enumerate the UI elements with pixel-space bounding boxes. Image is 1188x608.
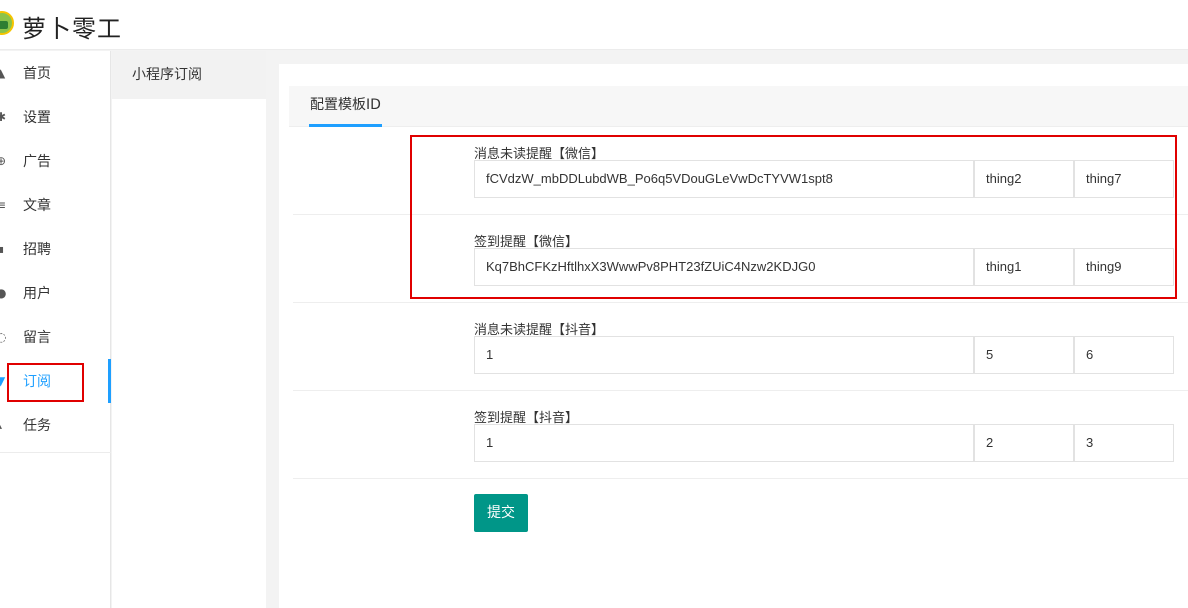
key2-input[interactable]: 6 <box>1074 336 1174 374</box>
key1-input[interactable]: 5 <box>974 336 1074 374</box>
logo-icon <box>0 11 14 35</box>
task-icon: ▴ <box>0 418 6 432</box>
sidebar-item-ads[interactable]: ⊕ 广告 <box>0 139 111 183</box>
sidebar-item-label: 文章 <box>23 198 51 214</box>
gear-icon: ✱ <box>0 110 7 124</box>
key1-input[interactable]: 2 <box>974 424 1074 462</box>
template-id-input[interactable]: fCVdzW_mbDDLubdWB_Po6q5VDouGLeVwDcTYVW1s… <box>474 160 974 198</box>
document-icon: ≡ <box>0 198 7 212</box>
briefcase-icon: ▪ <box>0 242 5 256</box>
sub-sidebar: 小程序订阅 <box>112 51 266 608</box>
sidebar-item-label: 广告 <box>23 154 51 170</box>
form-row: 签到提醒【微信】 Kq7BhCFKzHftlhxX3WwwPv8PHT23fZU… <box>293 215 1188 303</box>
sidebar-item-home[interactable]: ▲ 首页 <box>0 51 111 95</box>
sidebar-item-label: 招聘 <box>23 242 51 258</box>
form-row: 签到提醒【抖音】 1 2 3 <box>293 391 1188 479</box>
sidebar-item-articles[interactable]: ≡ 文章 <box>0 183 111 227</box>
sidebar-item-label: 留言 <box>23 330 51 346</box>
sidebar-divider <box>0 452 111 453</box>
sidebar-item-tasks[interactable]: ▴ 任务 <box>0 403 111 447</box>
globe-icon: ⊕ <box>0 154 7 168</box>
home-icon: ▲ <box>0 66 6 80</box>
key1-input[interactable]: thing1 <box>974 248 1074 286</box>
top-header: 萝卜零工 <box>0 0 1188 50</box>
app-title: 萝卜零工 <box>22 15 122 43</box>
template-id-input[interactable]: 1 <box>474 336 974 374</box>
subscribe-icon: ▼ <box>0 374 6 388</box>
sidebar-item-users[interactable]: ● 用户 <box>0 271 111 315</box>
sidebar-item-subscribe[interactable]: ▼ 订阅 <box>0 359 111 403</box>
key2-input[interactable]: thing9 <box>1074 248 1174 286</box>
message-icon: ◌ <box>0 330 7 344</box>
form-row: 消息未读提醒【微信】 fCVdzW_mbDDLubdWB_Po6q5VDouGL… <box>293 127 1188 215</box>
left-sidebar: ▲ 首页 ✱ 设置 ⊕ 广告 ≡ 文章 ▪ 招聘 ● 用户 ◌ 留言 ▼ 订阅 … <box>0 51 111 608</box>
key2-input[interactable]: 3 <box>1074 424 1174 462</box>
tab-bar: 配置模板ID <box>289 86 1188 127</box>
template-id-input[interactable]: Kq7BhCFKzHftlhxX3WwwPv8PHT23fZUiC4Nzw2KD… <box>474 248 974 286</box>
key1-input[interactable]: thing2 <box>974 160 1074 198</box>
sidebar-item-label: 设置 <box>23 110 51 126</box>
form-row: 消息未读提醒【抖音】 1 5 6 <box>293 303 1188 391</box>
sidebar-item-settings[interactable]: ✱ 设置 <box>0 95 111 139</box>
sidebar-item-label: 任务 <box>23 418 51 434</box>
subsidebar-item-miniprogram-subscribe[interactable]: 小程序订阅 <box>112 51 266 99</box>
content-panel: 配置模板ID 消息未读提醒【微信】 fCVdzW_mbDDLubdWB_Po6q… <box>279 64 1188 608</box>
tab-template-id[interactable]: 配置模板ID <box>309 86 382 127</box>
user-icon: ● <box>0 286 7 300</box>
sidebar-item-messages[interactable]: ◌ 留言 <box>0 315 111 359</box>
sidebar-item-label: 用户 <box>23 286 51 302</box>
sidebar-item-label: 首页 <box>23 66 51 82</box>
sidebar-item-recruitment[interactable]: ▪ 招聘 <box>0 227 111 271</box>
submit-button[interactable]: 提交 <box>474 494 528 532</box>
sidebar-item-label: 订阅 <box>23 374 51 390</box>
key2-input[interactable]: thing7 <box>1074 160 1174 198</box>
template-id-input[interactable]: 1 <box>474 424 974 462</box>
